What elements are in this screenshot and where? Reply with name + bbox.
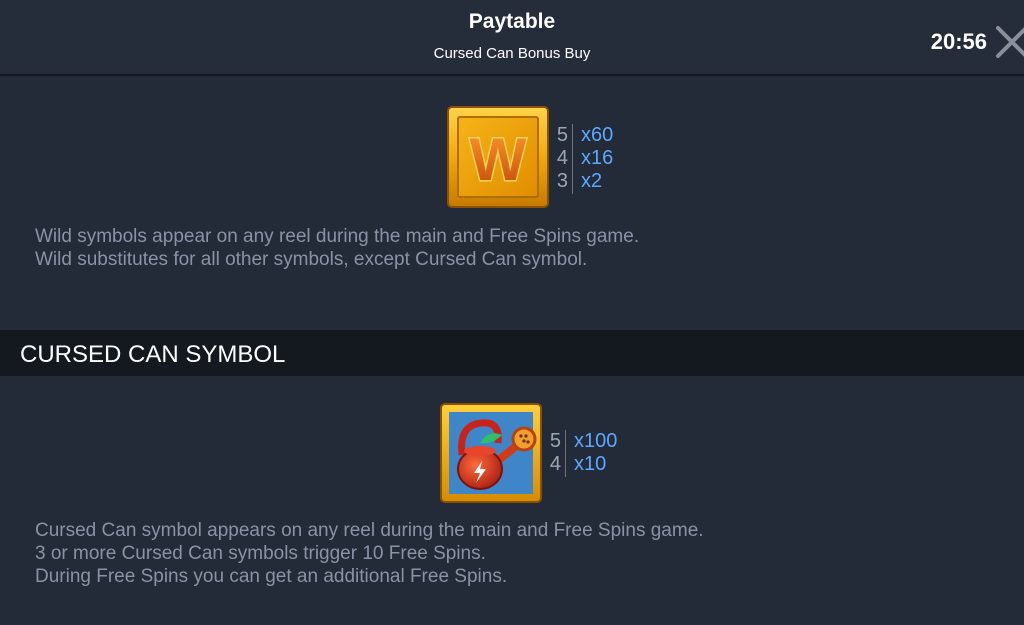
header-bar: Paytable Cursed Can Bonus Buy 20:56	[0, 0, 1024, 76]
description-line: 3 or more Cursed Can symbols trigger 10 …	[35, 543, 486, 564]
page-title: Paytable	[468, 10, 556, 33]
payout-multiplier: x2	[581, 170, 603, 192]
cursed-can-payout-row: 5 x100	[550, 430, 636, 453]
cursed-can-paytable: 5 x100 4 x10	[550, 430, 636, 477]
payout-multiplier: x10	[574, 453, 607, 475]
close-icon[interactable]	[994, 24, 1024, 60]
payout-count: 4	[549, 453, 561, 475]
description-line: Wild symbols appear on any reel during t…	[35, 226, 640, 247]
payout-multiplier: x100	[574, 430, 618, 452]
wild-paytable: 5 x60 4 x16 3 x2	[557, 124, 633, 194]
wild-payout-row: 3 x2	[557, 170, 633, 193]
payout-count: 3	[556, 170, 568, 192]
payout-multiplier: x60	[581, 124, 614, 146]
section-header: CURSED CAN SYMBOL	[0, 330, 1024, 376]
description-line: Cursed Can symbol appears on any reel du…	[35, 520, 704, 541]
wild-symbol-letter: W	[470, 126, 527, 193]
wild-description: Wild symbols appear on any reel during t…	[35, 225, 639, 271]
description-line: Wild substitutes for all other symbols, …	[35, 249, 588, 270]
paytable-screen: Paytable Cursed Can Bonus Buy 20:56 W 5 …	[0, 0, 1024, 625]
payout-multiplier: x16	[581, 147, 614, 169]
section-title: CURSED CAN SYMBOL	[20, 341, 286, 368]
cursed-can-description: Cursed Can symbol appears on any reel du…	[35, 519, 704, 588]
description-line: During Free Spins you can get an additio…	[35, 566, 508, 587]
clock-display: 20:56	[930, 29, 987, 54]
wild-payout-row: 5 x60	[557, 124, 633, 147]
wild-payout-row: 4 x16	[557, 147, 633, 170]
watering-can-icon	[440, 403, 542, 503]
payout-count: 5	[556, 124, 568, 146]
page-subtitle: Cursed Can Bonus Buy	[433, 45, 591, 62]
cursed-can-payout-row: 4 x10	[550, 453, 636, 476]
payout-count: 4	[556, 147, 568, 169]
payout-count: 5	[549, 430, 561, 452]
wild-symbol-icon: W	[447, 106, 549, 208]
